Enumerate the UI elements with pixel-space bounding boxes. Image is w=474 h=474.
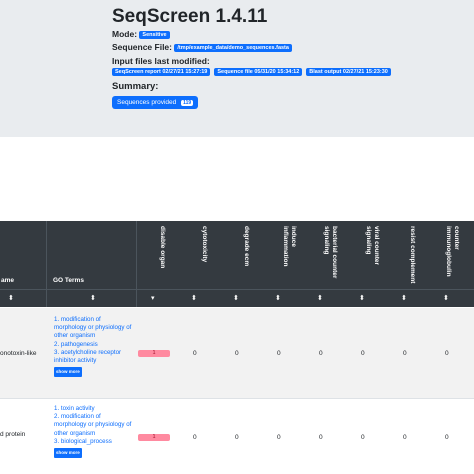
col-bacterial-counter-signaling[interactable]: bacterial counter signaling [322,226,338,288]
col-resist-complement[interactable]: resist complement [408,226,416,288]
cell-value: 0 [403,434,407,441]
sequence-file-badge: /tmp/example_data/demo_sequences.fasta [174,43,292,52]
col-degrade-ecm[interactable]: degrade ecm [242,226,250,288]
sort-induce-inflammation-icon[interactable]: ⬍ [275,294,281,302]
sequences-provided-label: Sequences provided [117,99,177,106]
disable-organ-value: 1 [138,434,170,441]
sort-bacterial-icon[interactable]: ⬍ [317,294,323,302]
go-term-link[interactable]: 2. modification of morphology or physiol… [54,413,134,438]
header-divider [0,289,474,290]
column-divider [46,221,47,307]
modified-label: Input files last modified: [112,56,210,66]
blast-modified-badge: Blast output 02/27/21 15:23:30 [306,68,391,76]
report-modified-badge: SeqScreen report 02/27/21 15:27:19 [112,68,211,76]
sort-name-icon[interactable]: ⬍ [8,294,14,302]
column-divider [136,221,137,307]
go-term-link[interactable]: 1. toxin activity [54,405,134,413]
col-cytotoxicity[interactable]: cytotoxicity [200,226,208,288]
cell-value: 0 [403,350,407,357]
go-term-link[interactable]: 2. pathogenesis [54,341,134,349]
cell-value: 0 [277,434,281,441]
name-column-header[interactable]: ame [1,277,14,284]
show-more-button[interactable]: show more [54,448,82,459]
cell-value: 0 [193,350,197,357]
go-term-link[interactable]: 3. biological_process [54,438,134,446]
sequence-file-label: Sequence File: [112,42,172,52]
disable-organ-value: 1 [138,350,170,357]
cell-value: 0 [361,350,365,357]
row-name: onotoxin-like [0,350,37,357]
col-disable-organ[interactable]: disable organ [158,226,166,288]
go-term-link[interactable]: 3. acetylcholine receptor inhibitor acti… [54,349,134,365]
sort-viral-icon[interactable]: ⬍ [359,294,365,302]
cell-value: 0 [319,434,323,441]
row-name: d protein [0,431,26,438]
sort-cytotoxicity-icon[interactable]: ⬍ [191,294,197,302]
sequence-file-row: Sequence File: /tmp/example_data/demo_se… [112,42,292,52]
cell-value: 0 [193,434,197,441]
cell-value: 0 [235,350,239,357]
go-terms-list: 1. toxin activity 2. modification of mor… [54,405,134,459]
cell-value: 0 [445,350,449,357]
cell-value: 0 [235,434,239,441]
summary-label: Summary: [112,81,159,92]
sort-disable-organ-icon[interactable]: ▾ [151,294,155,302]
page-title: SeqScreen 1.4.11 [112,6,268,27]
cell-value: 0 [445,434,449,441]
sort-degrade-ecm-icon[interactable]: ⬍ [233,294,239,302]
col-viral-counter-signaling[interactable]: viral counter signaling [364,226,380,288]
mode-badge: Sensitive [139,30,170,39]
sort-immunoglobulin-icon[interactable]: ⬍ [443,294,449,302]
sort-go-icon[interactable]: ⬍ [90,294,96,302]
mode-row: Mode: Sensitive [112,29,170,39]
sequences-provided-button[interactable]: Sequences provided 119 [112,96,199,109]
go-term-link[interactable]: 1. modification of morphology or physiol… [54,316,134,341]
sort-complement-icon[interactable]: ⬍ [401,294,407,302]
cell-value: 0 [277,350,281,357]
go-terms-column-header[interactable]: GO Terms [53,277,84,284]
sequences-count-badge: 119 [181,100,194,106]
show-more-button[interactable]: show more [54,367,82,378]
col-induce-inflammation[interactable]: induce inflammation [281,226,297,288]
mode-label: Mode: [112,29,138,39]
go-terms-list: 1. modification of morphology or physiol… [54,316,134,378]
col-counter-immunoglobulin[interactable]: counter immunoglobulin [444,226,460,288]
cell-value: 0 [361,434,365,441]
sequence-modified-badge: Sequence file 05/31/20 15:34:12 [214,68,303,76]
modified-badges: SeqScreen report 02/27/21 15:27:19 Seque… [112,68,391,76]
cell-value: 0 [319,350,323,357]
